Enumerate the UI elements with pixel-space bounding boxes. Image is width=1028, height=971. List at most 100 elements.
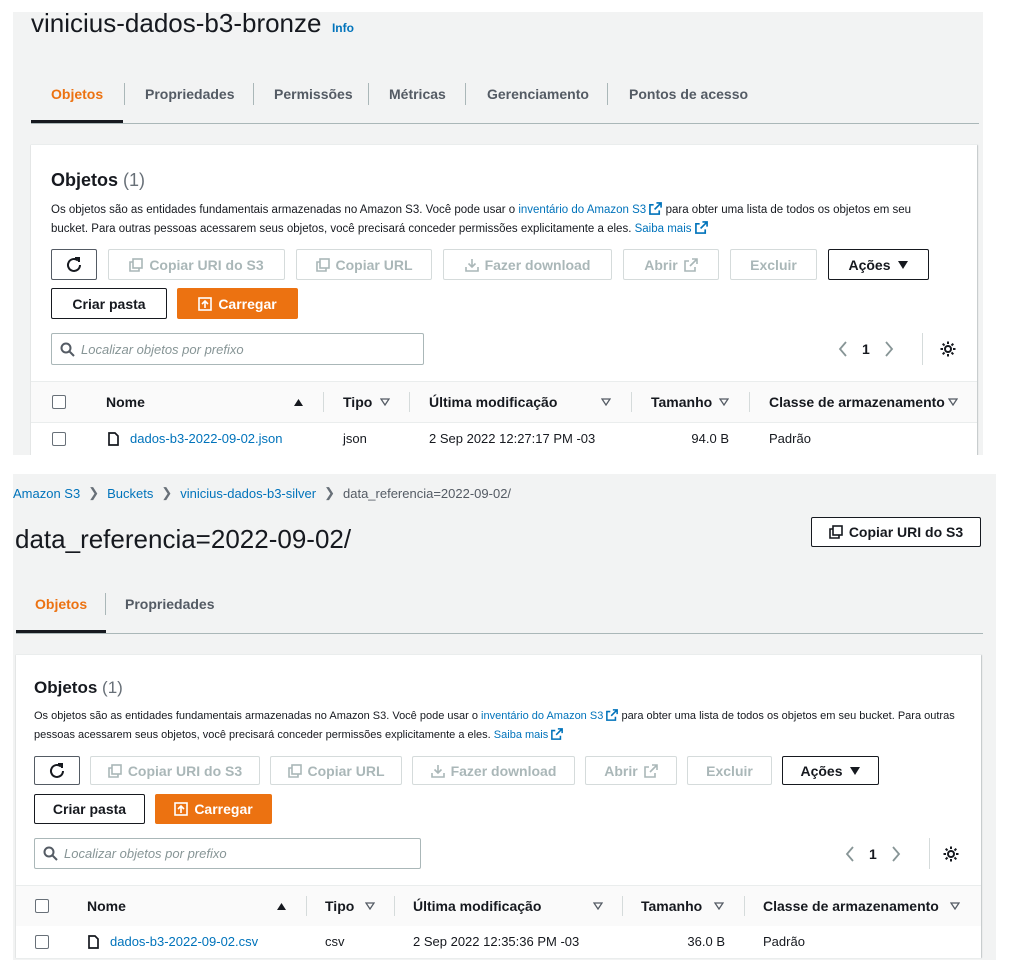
row-checkbox[interactable] xyxy=(52,432,66,446)
chevron-right-icon[interactable] xyxy=(891,846,901,862)
delete-label: Excluir xyxy=(706,762,753,779)
column-divider xyxy=(631,392,632,412)
refresh-button[interactable] xyxy=(34,756,80,785)
column-storage-class[interactable]: Classe de armazenamento xyxy=(769,382,945,422)
create-folder-button[interactable]: Criar pasta xyxy=(51,288,167,319)
column-divider xyxy=(622,896,623,916)
settings-gear-icon[interactable] xyxy=(942,845,960,863)
page-number[interactable]: 1 xyxy=(862,341,870,357)
breadcrumb-bucket[interactable]: vinicius-dados-b3-silver xyxy=(180,486,316,501)
object-type: json xyxy=(343,431,367,446)
sort-icon[interactable] xyxy=(601,398,611,406)
column-type[interactable]: Tipo xyxy=(325,886,354,926)
sort-ascending-icon[interactable] xyxy=(293,398,304,407)
open-button[interactable]: Abrir xyxy=(623,249,719,280)
column-size[interactable]: Tamanho xyxy=(651,382,712,422)
copy-url-button[interactable]: Copiar URL xyxy=(270,756,402,785)
column-last-modified[interactable]: Última modificação xyxy=(413,886,541,926)
sort-icon[interactable] xyxy=(380,398,390,406)
tab-objects[interactable]: Objetos xyxy=(31,65,124,123)
chevron-left-icon[interactable] xyxy=(838,341,848,357)
copy-s3-uri-button[interactable]: Copiar URI do S3 xyxy=(90,756,260,785)
open-button[interactable]: Abrir xyxy=(585,756,677,785)
column-name[interactable]: Nome xyxy=(106,382,145,422)
sort-icon[interactable] xyxy=(948,398,958,406)
column-size[interactable]: Tamanho xyxy=(641,886,702,926)
tab-divider xyxy=(368,83,369,105)
objects-container: Objetos (1) Os objetos são as entidades … xyxy=(31,144,977,455)
column-name[interactable]: Nome xyxy=(87,886,126,926)
actions-dropdown[interactable]: Ações xyxy=(782,756,879,785)
copy-s3-uri-label: Copiar URI do S3 xyxy=(127,762,243,779)
column-divider xyxy=(323,392,324,412)
copy-s3-uri-button[interactable]: Copiar URI do S3 xyxy=(108,249,285,280)
page-number[interactable]: 1 xyxy=(869,846,877,862)
pagination: 1 xyxy=(838,335,894,363)
select-all-checkbox[interactable] xyxy=(35,899,49,913)
chevron-right-icon[interactable] xyxy=(884,341,894,357)
info-link[interactable]: Info xyxy=(332,21,354,35)
search-input[interactable] xyxy=(81,341,381,357)
tab-objects[interactable]: Objetos xyxy=(16,575,107,633)
tab-access-points[interactable]: Pontos de acesso xyxy=(629,65,748,123)
objects-title: Objetos xyxy=(51,170,119,190)
tab-properties[interactable]: Propriedades xyxy=(145,65,234,123)
download-icon xyxy=(464,258,479,272)
create-folder-button[interactable]: Criar pasta xyxy=(34,794,145,824)
copy-url-label: Copiar URL xyxy=(307,762,385,779)
column-last-modified[interactable]: Última modificação xyxy=(429,382,557,422)
inventory-link[interactable]: inventário do Amazon S3 xyxy=(518,204,646,216)
delete-button[interactable]: Excluir xyxy=(687,756,772,785)
object-name-link[interactable]: dados-b3-2022-09-02.json xyxy=(130,423,283,455)
sort-icon[interactable] xyxy=(365,902,375,910)
sort-ascending-icon[interactable] xyxy=(276,902,287,911)
tab-permissions[interactable]: Permissões xyxy=(274,65,353,123)
download-button[interactable]: Fazer download xyxy=(443,249,612,280)
upload-button[interactable]: Carregar xyxy=(155,794,272,824)
row-checkbox[interactable] xyxy=(35,935,49,949)
chevron-left-icon[interactable] xyxy=(845,846,855,862)
download-button[interactable]: Fazer download xyxy=(412,756,575,785)
sort-icon[interactable] xyxy=(719,398,729,406)
tab-divider xyxy=(124,83,125,105)
breadcrumb-amazon-s3[interactable]: Amazon S3 xyxy=(13,486,80,501)
column-storage-class[interactable]: Classe de armazenamento xyxy=(763,886,939,926)
learn-more-link[interactable]: Saiba mais xyxy=(494,729,548,741)
sort-icon[interactable] xyxy=(714,902,724,910)
refresh-button[interactable] xyxy=(51,249,97,280)
header-copy-s3-uri-label: Copiar URI do S3 xyxy=(848,524,964,540)
actions-dropdown[interactable]: Ações xyxy=(828,249,929,280)
external-link-icon xyxy=(694,221,708,234)
column-divider xyxy=(306,896,307,916)
select-all-checkbox[interactable] xyxy=(52,395,66,409)
file-icon xyxy=(88,935,99,949)
tab-management[interactable]: Gerenciamento xyxy=(487,65,589,123)
learn-more-link[interactable]: Saiba mais xyxy=(635,223,692,235)
search-field[interactable] xyxy=(34,838,421,869)
column-type[interactable]: Tipo xyxy=(343,382,372,422)
sort-icon[interactable] xyxy=(950,902,960,910)
download-label: Fazer download xyxy=(484,256,591,273)
tab-properties[interactable]: Propriedades xyxy=(125,575,214,633)
breadcrumb-buckets[interactable]: Buckets xyxy=(107,486,153,501)
objects-title: Objetos xyxy=(34,678,98,697)
header-copy-s3-uri-button[interactable]: Copiar URI do S3 xyxy=(811,517,981,547)
sort-icon[interactable] xyxy=(593,902,603,910)
inventory-link[interactable]: inventário do Amazon S3 xyxy=(481,710,603,722)
tab-metrics[interactable]: Métricas xyxy=(389,65,446,123)
settings-gear-icon[interactable] xyxy=(939,340,957,358)
copy-icon xyxy=(829,525,843,539)
copy-url-label: Copiar URL xyxy=(335,256,413,273)
objects-description: Os objetos são as entidades fundamentais… xyxy=(34,707,969,745)
copy-url-button[interactable]: Copiar URL xyxy=(296,249,432,280)
object-storage-class: Padrão xyxy=(763,934,805,949)
delete-button[interactable]: Excluir xyxy=(730,249,817,280)
bronze-bucket-panel: vinicius-dados-b3-bronze Info Objetos Pr… xyxy=(13,12,983,455)
search-field[interactable] xyxy=(51,333,424,365)
object-name-link[interactable]: dados-b3-2022-09-02.csv xyxy=(110,926,258,958)
upload-button[interactable]: Carregar xyxy=(177,288,298,319)
column-divider xyxy=(394,896,395,916)
object-size: 94.0 B xyxy=(691,431,729,446)
open-label: Abrir xyxy=(604,762,638,779)
search-input[interactable] xyxy=(64,846,364,861)
